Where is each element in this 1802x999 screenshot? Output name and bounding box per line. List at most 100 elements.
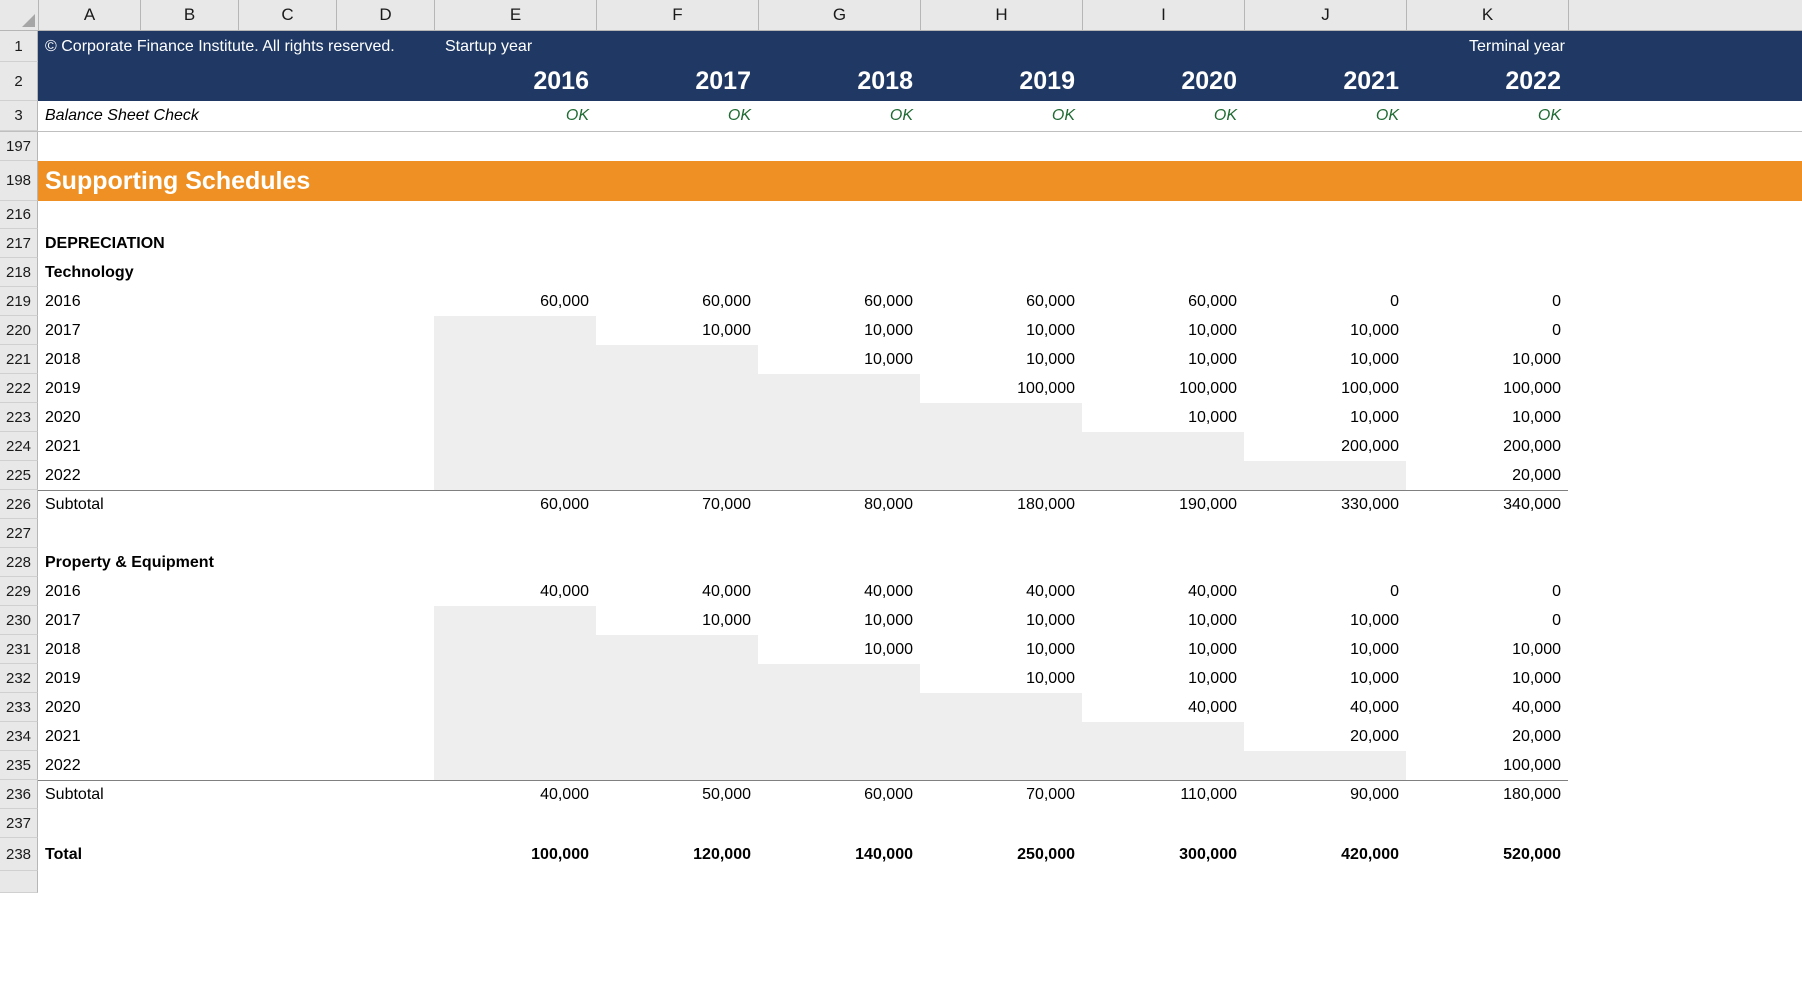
pe-2022-j <box>1244 751 1406 780</box>
row-number-236[interactable]: 236 <box>0 780 38 809</box>
tech-subtotal-k: 340,000 <box>1406 490 1568 519</box>
row-number-237[interactable]: 237 <box>0 809 38 838</box>
tech-2019-j: 100,000 <box>1244 374 1406 403</box>
tech-2017-i: 10,000 <box>1082 316 1244 345</box>
tech-2018-f <box>596 345 758 374</box>
row-number-230[interactable]: 230 <box>0 606 38 635</box>
row-number-224[interactable]: 224 <box>0 432 38 461</box>
pe-2018-j: 10,000 <box>1244 635 1406 664</box>
pe-2022-g <box>758 751 920 780</box>
row-number-216[interactable]: 216 <box>0 201 38 229</box>
select-all-triangle-icon <box>22 14 35 27</box>
row-number-232[interactable]: 232 <box>0 664 38 693</box>
pe-2016-h: 40,000 <box>920 577 1082 606</box>
row1-g <box>762 31 924 62</box>
row-number-1[interactable]: 1 <box>0 31 38 62</box>
pe-2016-k: 0 <box>1406 577 1568 606</box>
row-number-223[interactable]: 223 <box>0 403 38 432</box>
pad-c <box>238 490 336 519</box>
row237-blank <box>38 809 1802 838</box>
pad-d <box>336 693 434 722</box>
row1-j <box>1248 31 1410 62</box>
tech-subtotal-i: 190,000 <box>1082 490 1244 519</box>
column-header-d[interactable]: D <box>337 0 435 30</box>
row-partial-next <box>0 871 1802 893</box>
tech-2022-j <box>1244 461 1406 490</box>
column-header-c[interactable]: C <box>239 0 337 30</box>
row-partial-blank <box>38 871 1802 893</box>
pad-c <box>238 345 336 374</box>
tech-2017-h: 10,000 <box>920 316 1082 345</box>
pe-row-label-2016: 2016 <box>38 577 140 606</box>
row-number-231[interactable]: 231 <box>0 635 38 664</box>
pad-b <box>140 345 238 374</box>
pe-2016-i: 40,000 <box>1082 577 1244 606</box>
row-number-221[interactable]: 221 <box>0 345 38 374</box>
row-number-198[interactable]: 198 <box>0 161 38 201</box>
column-header-f[interactable]: F <box>597 0 759 30</box>
row-number-197[interactable]: 197 <box>0 132 38 161</box>
row-number-2[interactable]: 2 <box>0 62 38 101</box>
row-224: 224 2021 200,000 200,000 <box>0 432 1802 461</box>
row-number-226[interactable]: 226 <box>0 490 38 519</box>
select-all-corner[interactable] <box>0 0 39 30</box>
pad-c <box>238 751 336 780</box>
pad-d <box>336 432 434 461</box>
pe-2022-f <box>596 751 758 780</box>
pad-b <box>140 751 238 780</box>
column-header-e[interactable]: E <box>435 0 597 30</box>
year-header-2017: 2017 <box>596 62 758 101</box>
pe-2019-h: 10,000 <box>920 664 1082 693</box>
pad-b <box>140 838 238 871</box>
pad-b <box>140 432 238 461</box>
column-header-j[interactable]: J <box>1245 0 1407 30</box>
year-header-2021: 2021 <box>1244 62 1406 101</box>
column-header-g[interactable]: G <box>759 0 921 30</box>
column-header-h[interactable]: H <box>921 0 1083 30</box>
row-number-3[interactable]: 3 <box>0 101 38 131</box>
pad-d <box>336 316 434 345</box>
copyright-notice: © Corporate Finance Institute. All right… <box>38 31 438 62</box>
row-220: 220 2017 10,000 10,000 10,000 10,000 10,… <box>0 316 1802 345</box>
pe-2016-f: 40,000 <box>596 577 758 606</box>
row-number-229[interactable]: 229 <box>0 577 38 606</box>
spreadsheet-grid: A B C D E F G H I J K 1 © Corporate Fina… <box>0 0 1802 999</box>
row-number-partial[interactable] <box>0 871 38 893</box>
column-header-b[interactable]: B <box>141 0 239 30</box>
year-header-2018: 2018 <box>758 62 920 101</box>
tech-row-label-2016: 2016 <box>38 287 140 316</box>
pad-b <box>140 490 238 519</box>
tech-2019-h: 100,000 <box>920 374 1082 403</box>
row-number-219[interactable]: 219 <box>0 287 38 316</box>
tech-2016-j: 0 <box>1244 287 1406 316</box>
row-198: 198 Supporting Schedules <box>0 161 1802 201</box>
pad-d <box>336 577 434 606</box>
row-number-235[interactable]: 235 <box>0 751 38 780</box>
pad-d <box>336 403 434 432</box>
row-238: 238 Total 100,000 120,000 140,000 250,00… <box>0 838 1802 871</box>
row-number-217[interactable]: 217 <box>0 229 38 258</box>
tech-2022-k: 20,000 <box>1406 461 1568 490</box>
column-header-i[interactable]: I <box>1083 0 1245 30</box>
total-i: 300,000 <box>1082 838 1244 871</box>
row-225: 225 2022 20,000 <box>0 461 1802 490</box>
row-number-227[interactable]: 227 <box>0 519 38 548</box>
row-number-238[interactable]: 238 <box>0 838 38 871</box>
row-number-234[interactable]: 234 <box>0 722 38 751</box>
pad-d <box>336 461 434 490</box>
row-number-228[interactable]: 228 <box>0 548 38 577</box>
column-header-a[interactable]: A <box>39 0 141 30</box>
balance-check-2016: OK <box>434 101 596 131</box>
row197-blank <box>38 132 1802 161</box>
column-header-k[interactable]: K <box>1407 0 1569 30</box>
tech-2016-e: 60,000 <box>434 287 596 316</box>
row-number-222[interactable]: 222 <box>0 374 38 403</box>
pe-2019-f <box>596 664 758 693</box>
pad-c <box>238 374 336 403</box>
row-number-220[interactable]: 220 <box>0 316 38 345</box>
row-number-225[interactable]: 225 <box>0 461 38 490</box>
pe-2022-k: 100,000 <box>1406 751 1568 780</box>
row-number-233[interactable]: 233 <box>0 693 38 722</box>
tech-2018-e <box>434 345 596 374</box>
row-number-218[interactable]: 218 <box>0 258 38 287</box>
